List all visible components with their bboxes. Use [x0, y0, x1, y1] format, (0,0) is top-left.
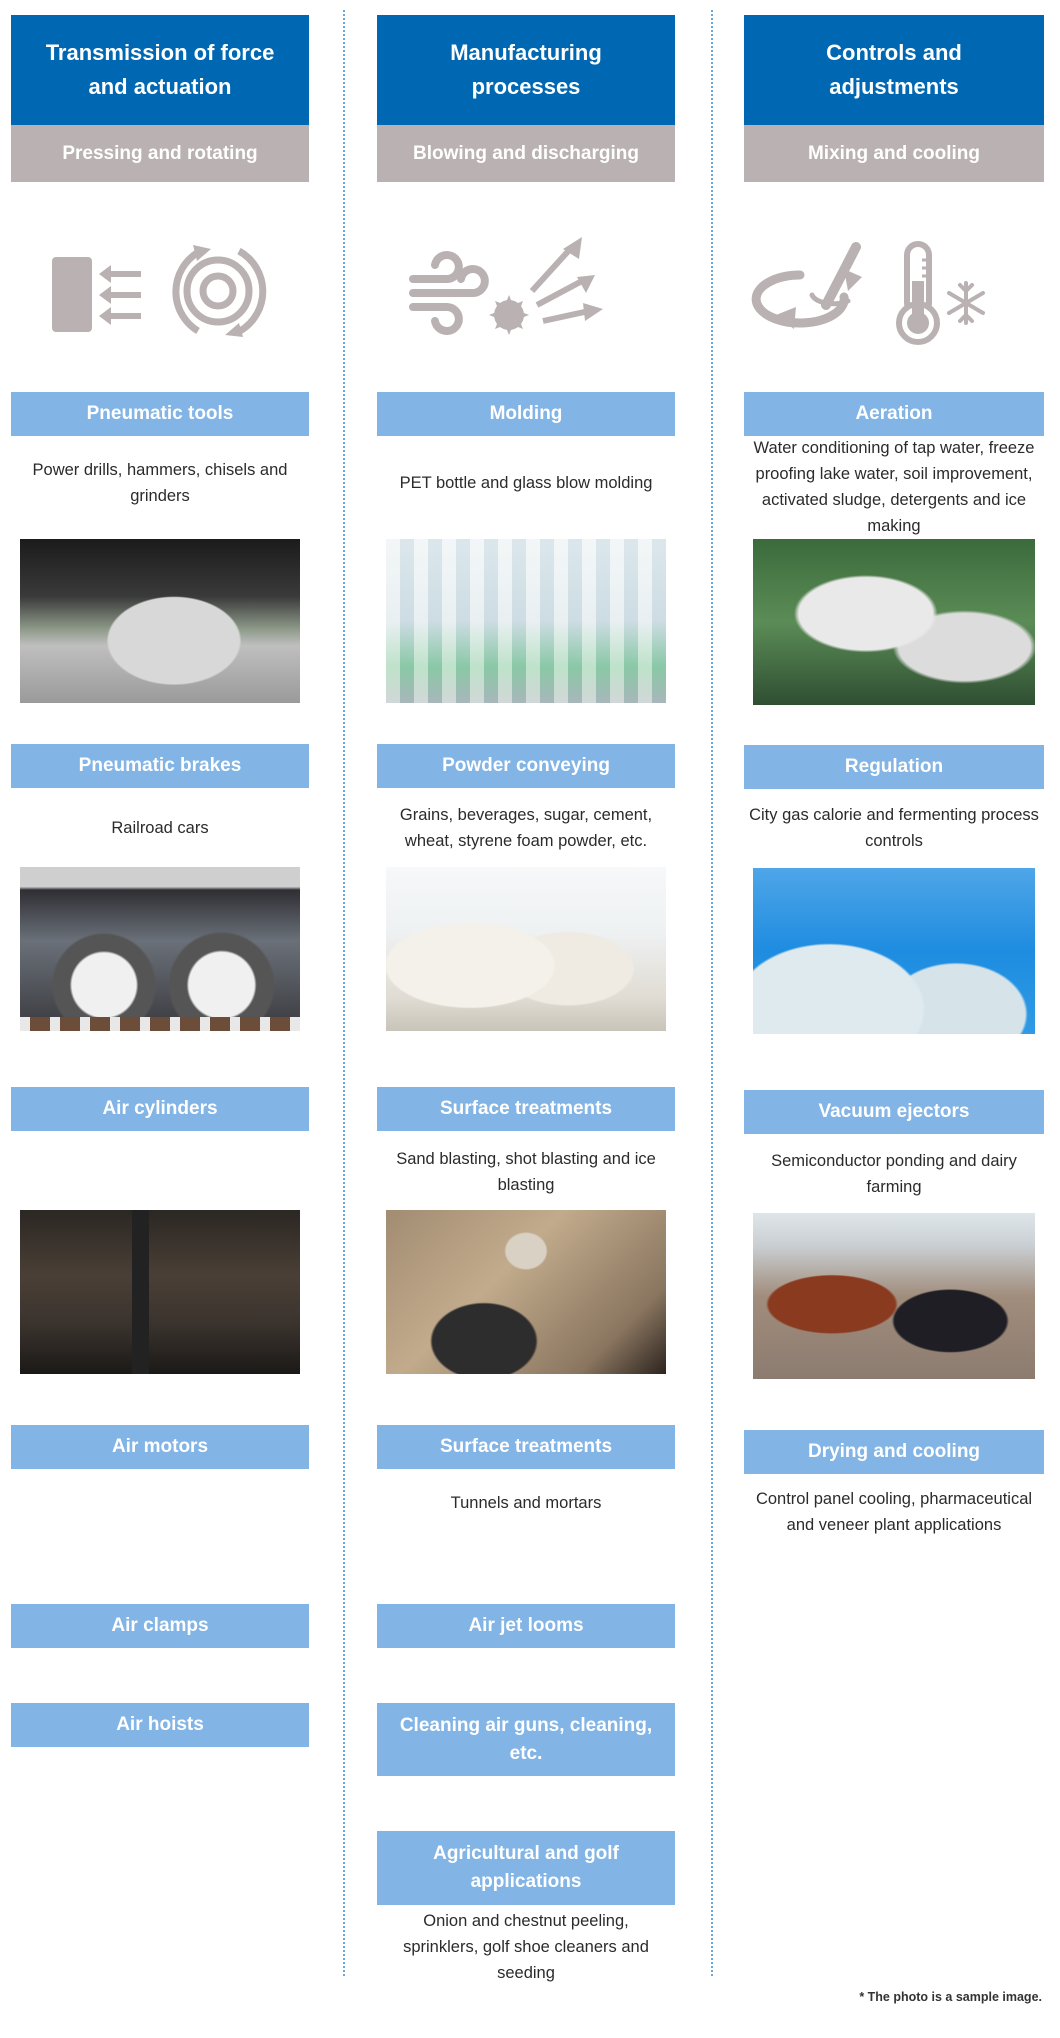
column-divider-left — [343, 10, 345, 1976]
item-description: Water conditioning of tap water, freeze … — [753, 439, 1035, 535]
item-label-pneumatic-tools: Pneumatic tools — [11, 392, 309, 436]
column-title: Manufacturing processes — [377, 15, 675, 125]
railroad-car-photo — [20, 867, 300, 1031]
item-label-air-clamps: Air clamps — [11, 1604, 309, 1648]
item-description: Power drills, hammers, chisels and grind… — [32, 461, 288, 505]
pressing-rotating-icons — [11, 225, 309, 355]
item-description: Onion and chestnut peeling, sprinklers, … — [403, 1912, 649, 1982]
item-label-regulation: Regulation — [744, 745, 1044, 789]
pressing-icon — [52, 257, 141, 332]
mixing-cooling-icons — [744, 225, 1044, 355]
sacks-photo — [386, 867, 666, 1031]
blowing-discharging-icons — [377, 225, 675, 355]
item-label-air-jet-looms: Air jet looms — [377, 1604, 675, 1648]
item-description: Railroad cars — [111, 819, 209, 837]
drill-press-photo — [20, 539, 300, 703]
sample-image-footnote: * The photo is a sample image. — [859, 1990, 1042, 2004]
item-label-air-motors: Air motors — [11, 1425, 309, 1469]
item-label-air-hoists: Air hoists — [11, 1703, 309, 1747]
snowflake-icon — [947, 281, 985, 325]
item-label-agricultural-golf: Agricultural and golf applications — [377, 1831, 675, 1905]
item-label-air-cylinders: Air cylinders — [11, 1087, 309, 1131]
column-force-actuation: Transmission of force and actuation Pres… — [11, 0, 309, 2000]
bottles-photo — [386, 539, 666, 703]
blowing-discharging-svg — [409, 237, 603, 335]
item-description: Sand blasting, shot blasting and ice bla… — [396, 1150, 656, 1194]
pressing-rotating-svg — [52, 245, 267, 337]
item-label-surface-treatments: Surface treatments — [377, 1087, 675, 1131]
rotating-icon — [172, 247, 267, 335]
column-manufacturing: Manufacturing processes Blowing and disc… — [377, 0, 675, 2000]
sand-blasting-photo — [386, 1210, 666, 1374]
burst-icon — [489, 295, 529, 335]
gas-tanks-photo — [753, 868, 1035, 1034]
dairy-cows-photo — [753, 1213, 1035, 1379]
column-subtitle: Mixing and cooling — [744, 125, 1044, 182]
column-subtitle: Pressing and rotating — [11, 125, 309, 182]
item-label-aeration: Aeration — [744, 392, 1044, 436]
column-subtitle: Blowing and discharging — [377, 125, 675, 182]
item-description: City gas calorie and fermenting process … — [749, 806, 1039, 850]
item-description: Grains, beverages, sugar, cement, wheat,… — [399, 806, 653, 850]
item-description: Tunnels and mortars — [450, 1494, 602, 1512]
aeration-foam-photo — [753, 539, 1035, 705]
item-label-drying-cooling: Drying and cooling — [744, 1430, 1044, 1474]
item-label-surface-treatments-2: Surface treatments — [377, 1425, 675, 1469]
item-description: PET bottle and glass blow molding — [399, 474, 653, 492]
wind-icon — [409, 251, 489, 335]
item-description: Semiconductor ponding and dairy farming — [771, 1152, 1017, 1196]
column-divider-right — [711, 10, 713, 1976]
item-label-molding: Molding — [377, 392, 675, 436]
column-title: Transmission of force and actuation — [11, 15, 309, 125]
item-label-powder-conveying: Powder conveying — [377, 744, 675, 788]
item-label-cleaning-air-guns: Cleaning air guns, cleaning, etc. — [377, 1703, 675, 1776]
mixing-cooling-svg — [751, 241, 985, 345]
thermometer-icon — [896, 241, 940, 345]
item-label-pneumatic-brakes: Pneumatic brakes — [11, 744, 309, 788]
item-description: Control panel cooling, pharmaceutical an… — [755, 1490, 1033, 1534]
mixing-icon — [751, 242, 861, 328]
air-cylinders-photo — [20, 1210, 300, 1374]
discharge-arrows — [529, 237, 603, 324]
column-title: Controls and adjustments — [744, 15, 1044, 125]
column-controls: Controls and adjustments Mixing and cool… — [744, 0, 1044, 2000]
item-label-vacuum-ejectors: Vacuum ejectors — [744, 1090, 1044, 1134]
